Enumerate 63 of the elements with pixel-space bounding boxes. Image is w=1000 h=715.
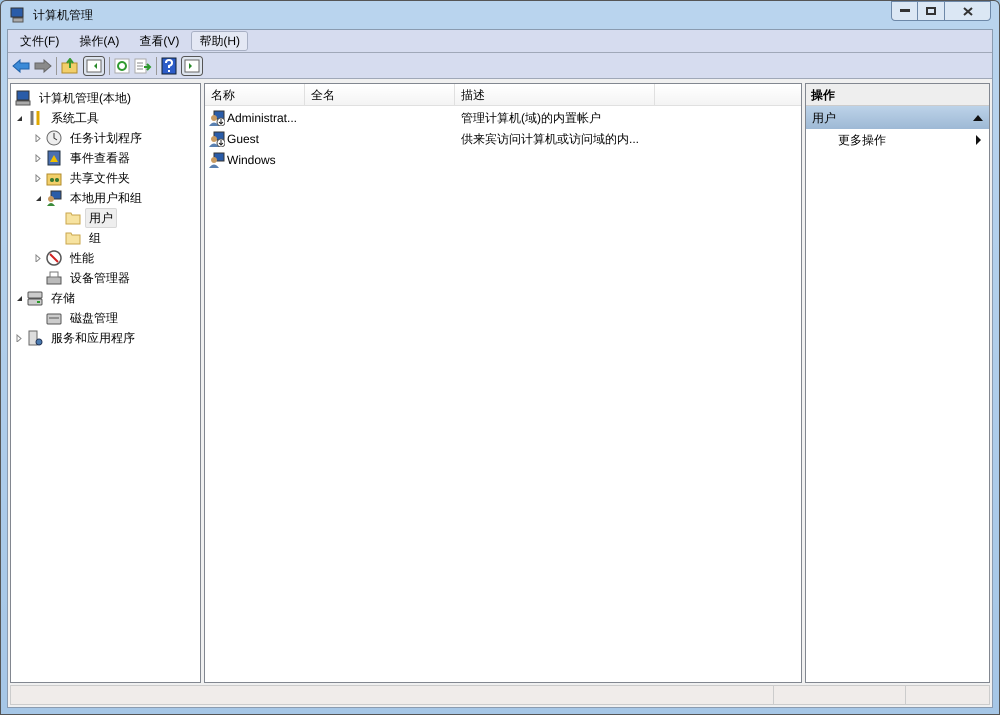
- caret-right-icon: [976, 135, 981, 145]
- clock-icon: [46, 130, 62, 146]
- action-item[interactable]: 更多操作: [806, 129, 989, 151]
- collapse-arrow-icon[interactable]: [15, 294, 23, 302]
- expand-arrow-icon[interactable]: [34, 174, 42, 182]
- tree-item[interactable]: 组: [85, 228, 105, 248]
- section-title: 用户: [812, 110, 836, 126]
- users-icon: [46, 190, 62, 206]
- action-section-header[interactable]: 用户: [806, 106, 989, 129]
- minimize-icon: [900, 9, 910, 13]
- tree-item[interactable]: 存储: [47, 288, 79, 308]
- help-icon[interactable]: [161, 56, 177, 74]
- tree-item[interactable]: 用户: [85, 208, 117, 228]
- table-cell: 管理计算机(域)的内置帐户: [461, 110, 601, 124]
- action-pane-icon[interactable]: [181, 56, 203, 76]
- window-title: 计算机管理: [33, 7, 93, 24]
- close-button[interactable]: [944, 1, 991, 21]
- computer-icon: [15, 90, 31, 106]
- table-cell: 供来宾访问计算机或访问域的内...: [461, 132, 640, 146]
- log-icon: [46, 150, 62, 166]
- table-cell-text: Windows: [227, 152, 276, 168]
- folder-icon: [65, 230, 81, 246]
- tree-item[interactable]: 设备管理器: [66, 268, 134, 288]
- expand-arrow-icon[interactable]: [34, 134, 42, 142]
- computer-icon: [9, 7, 25, 23]
- console-tree-icon[interactable]: [83, 56, 105, 76]
- tree-item[interactable]: 磁盘管理: [66, 308, 122, 328]
- tree-item[interactable]: 本地用户和组: [66, 188, 146, 208]
- storage-icon: [27, 290, 43, 306]
- table-cell-text: Administrat...: [227, 110, 298, 126]
- tree-item[interactable]: 计算机管理(本地): [35, 88, 135, 108]
- collapse-arrow-icon[interactable]: [15, 114, 23, 122]
- tree-item[interactable]: 系统工具: [47, 108, 103, 128]
- folder-up-icon[interactable]: [61, 58, 79, 74]
- tree-item[interactable]: 任务计划程序: [66, 128, 146, 148]
- collapse-arrow-icon[interactable]: [973, 114, 983, 120]
- column-header[interactable]: 名称: [205, 84, 305, 105]
- menu-item[interactable]: 帮助(H): [191, 31, 248, 51]
- table-cell-text: Guest: [227, 130, 260, 148]
- export-list-icon[interactable]: [134, 58, 152, 74]
- expand-arrow-icon[interactable]: [34, 254, 42, 262]
- minimize-button[interactable]: [891, 1, 918, 21]
- tree-item[interactable]: 性能: [66, 248, 98, 268]
- expand-arrow-icon[interactable]: [15, 334, 23, 342]
- printer-icon: [46, 270, 62, 286]
- tree-item[interactable]: 服务和应用程序: [47, 328, 139, 348]
- forward-arrow-icon[interactable]: [34, 58, 52, 74]
- menu-item[interactable]: 查看(V): [131, 31, 188, 51]
- menu-item[interactable]: 文件(F): [12, 31, 68, 51]
- tree-item[interactable]: 事件查看器: [66, 148, 134, 168]
- refresh-icon[interactable]: [114, 58, 130, 74]
- maximize-button[interactable]: [918, 1, 944, 21]
- tree-item[interactable]: 共享文件夹: [66, 168, 134, 188]
- back-arrow-icon[interactable]: [12, 58, 30, 74]
- maximize-icon: [926, 7, 936, 15]
- column-header[interactable]: 全名: [305, 84, 455, 105]
- folder-icon: [65, 210, 81, 226]
- close-icon: [962, 6, 972, 16]
- expand-arrow-icon[interactable]: [34, 154, 42, 162]
- collapse-arrow-icon[interactable]: [34, 194, 42, 202]
- column-header[interactable]: 描述: [455, 84, 655, 105]
- menu-item[interactable]: 操作(A): [71, 31, 128, 51]
- action-pane-header: 操作: [806, 84, 989, 106]
